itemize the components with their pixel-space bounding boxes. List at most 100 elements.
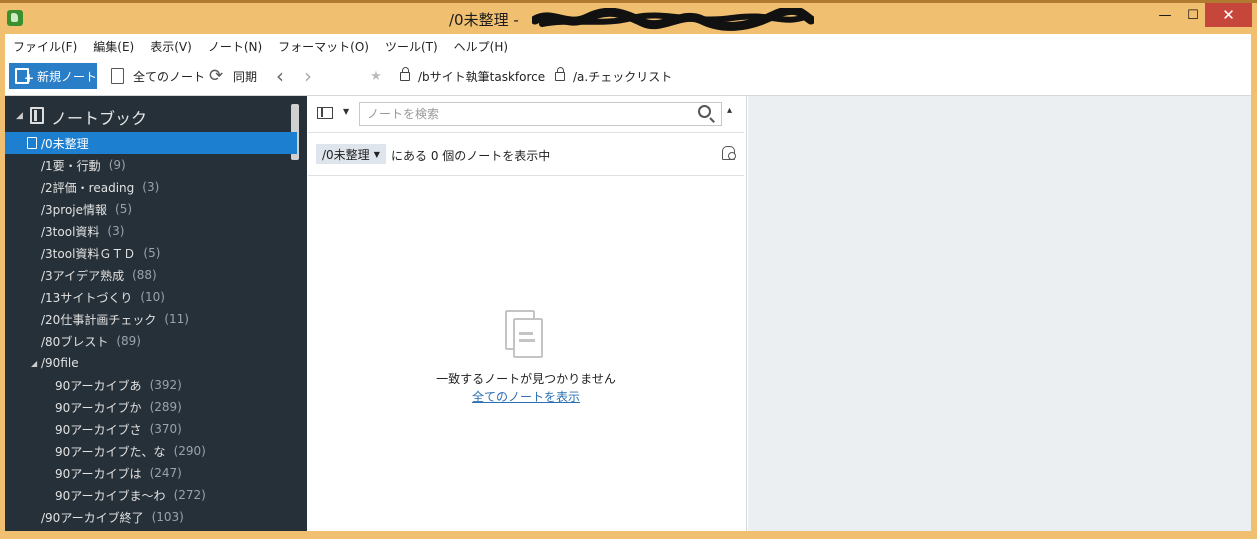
menu-bar: ファイル(F) 編集(E) 表示(V) ノート(N) フォーマット(O) ツール(T) ヘル… xyxy=(5,34,1251,58)
note-list-panel: ▼ ▴ /0未整理 ▼ にある 0 個のノートを表示中 一致するノートが見つかり… xyxy=(308,96,747,531)
page-line xyxy=(519,332,533,335)
notebook-name: /80ブレスト xyxy=(41,334,109,349)
lock-icon xyxy=(555,67,565,81)
sync-button[interactable]: ⟳ 同期 xyxy=(207,63,257,89)
notebook-count: (103) xyxy=(151,510,184,524)
notebook-count: (3) xyxy=(107,224,125,238)
notebook-name: 90アーカイブた、な xyxy=(55,444,166,459)
notebook-name: /90アーカイブ終了 xyxy=(41,510,144,525)
notebook-item[interactable]: /90アーカイブ終了 (103) xyxy=(5,506,297,528)
notebook-item[interactable]: 90アーカイブか (289) xyxy=(5,396,297,418)
new-note-icon xyxy=(15,68,34,84)
minimize-button[interactable]: — xyxy=(1152,3,1178,27)
notebook-name: 90アーカイブか xyxy=(55,400,142,415)
collapse-triangle-icon[interactable]: ◢ xyxy=(16,111,23,121)
notebook-item[interactable]: /13サイトづくり (10) xyxy=(5,286,297,308)
all-notes-button[interactable]: 全てのノート xyxy=(109,63,205,89)
shortcut-label: /bサイト執筆taskforce xyxy=(418,69,546,84)
notebook-count: (88) xyxy=(132,268,157,282)
notebook-name: /3アイデア熟成 xyxy=(41,268,125,283)
notebook-item[interactable]: /1要・行動 (9) xyxy=(5,154,297,176)
shortcut-checklist[interactable]: /a.チェックリスト xyxy=(553,63,672,89)
title-bar: /0未整理 - — ☐ ✕ xyxy=(0,0,1257,34)
notebook-item[interactable]: /3tool資料ＧＴＤ (5) xyxy=(5,242,297,264)
sync-label: 同期 xyxy=(233,69,258,84)
notebooks-header[interactable]: ◢ ノートブック xyxy=(5,104,295,128)
notebook-item[interactable]: /3proje情報 (5) xyxy=(5,198,297,220)
notebook-name: /3proje情報 xyxy=(41,202,108,217)
find-in-notebook-icon[interactable] xyxy=(722,146,736,160)
notes-icon xyxy=(111,68,124,84)
note-editor-area[interactable] xyxy=(748,96,1251,531)
close-button[interactable]: ✕ xyxy=(1205,3,1252,27)
notebook-name: /3tool資料ＧＴＤ xyxy=(41,246,136,261)
notebook-item[interactable]: /3アイデア熟成 (88) xyxy=(5,264,297,286)
lock-icon xyxy=(400,67,410,81)
notebook-item[interactable]: 90アーカイブは (247) xyxy=(5,462,297,484)
search-icon[interactable] xyxy=(698,105,711,118)
divider xyxy=(308,175,744,176)
notebook-stack[interactable]: ◢ /90file xyxy=(5,352,297,374)
new-note-button[interactable]: 新規ノート xyxy=(9,63,97,89)
shortcut-label: /a.チェックリスト xyxy=(573,69,673,84)
notebook-item-selected[interactable]: /0未整理 xyxy=(5,132,297,154)
show-all-notes-link[interactable]: 全てのノートを表示 xyxy=(308,388,744,405)
notebook-item[interactable]: 90アーカイブた、な (290) xyxy=(5,440,297,462)
notebook-count: (370) xyxy=(149,422,182,436)
page-line xyxy=(519,339,535,342)
notebook-name: /2評価・reading xyxy=(41,180,135,195)
all-notes-label: 全てのノート xyxy=(133,69,206,84)
view-options-button[interactable] xyxy=(317,105,339,121)
menu-item[interactable]: ノート(N) xyxy=(200,38,270,55)
menu-item[interactable]: 表示(V) xyxy=(142,38,200,55)
notebook-item[interactable]: /80ブレスト (89) xyxy=(5,330,297,352)
evernote-window: /0未整理 - — ☐ ✕ ファイル(F) 編集(E) 表示(V) ノート(N) フォー… xyxy=(0,0,1257,539)
sidebar: ◢ ノートブック /0未整理/1要・行動 (9)/2評価・reading (3)/3… xyxy=(5,96,307,531)
notebook-item[interactable]: 90アーカイブさ (370) xyxy=(5,418,297,440)
notebook-item[interactable]: 90アーカイブま～わ (272) xyxy=(5,484,297,506)
notebook-count: (272) xyxy=(173,488,206,502)
menu-item[interactable]: フォーマット(O) xyxy=(270,38,377,55)
evernote-app-icon[interactable] xyxy=(7,10,23,26)
notebook-filter-dropdown[interactable]: /0未整理 ▼ xyxy=(316,144,386,164)
notebook-item[interactable]: /20仕事計画チェック (11) xyxy=(5,308,297,330)
page-front-shape xyxy=(513,318,543,358)
notebook-item[interactable]: /2評価・reading (3) xyxy=(5,176,297,198)
notebook-name: /0未整理 xyxy=(41,136,89,151)
chevron-down-icon[interactable]: ▼ xyxy=(343,107,349,116)
expand-triangle-icon[interactable]: ◢ xyxy=(31,359,37,368)
maximize-button[interactable]: ☐ xyxy=(1180,3,1206,27)
menu-item[interactable]: ヘルプ(H) xyxy=(446,38,516,55)
back-button[interactable]: ‹ xyxy=(271,63,289,89)
collapse-search-button[interactable]: ▴ xyxy=(727,105,732,116)
menu-item[interactable]: 編集(E) xyxy=(85,38,142,55)
search-input[interactable] xyxy=(359,102,722,126)
notebook-count: (3) xyxy=(142,180,160,194)
notebook-item[interactable]: 90アーカイブあ (392) xyxy=(5,374,297,396)
new-note-label: 新規ノート xyxy=(37,69,98,84)
notebook-name: /13サイトづくり xyxy=(41,290,133,305)
notebooks-header-label: ノートブック xyxy=(51,109,148,128)
menu-item[interactable]: ファイル(F) xyxy=(5,38,85,55)
empty-notes-icon xyxy=(505,310,543,358)
notebook-count: (289) xyxy=(149,400,182,414)
notebook-count: (5) xyxy=(115,202,133,216)
notebook-item[interactable]: /3tool資料 (3) xyxy=(5,220,297,242)
sync-icon: ⟳ xyxy=(209,66,224,86)
redacted-scribble xyxy=(532,8,814,31)
notebook-filter-label: /0未整理 xyxy=(322,147,370,162)
client-area: ファイル(F) 編集(E) 表示(V) ノート(N) フォーマット(O) ツール(T) ヘル… xyxy=(5,34,1251,531)
note-count-text: にある 0 個のノートを表示中 xyxy=(391,149,551,163)
notebook-name: 90アーカイブあ xyxy=(55,378,142,393)
forward-button[interactable]: › xyxy=(299,63,317,89)
notebook-count: (89) xyxy=(116,334,141,348)
toolbar: 新規ノート 全てのノート ⟳ 同期 ‹ › ★ /bサイト執筆taskforce… xyxy=(5,59,1251,96)
chevron-down-icon: ▼ xyxy=(373,149,380,159)
menu-item[interactable]: ツール(T) xyxy=(377,38,446,55)
notebook-count: (247) xyxy=(149,466,182,480)
shortcut-taskforce[interactable]: /bサイト執筆taskforce xyxy=(398,63,545,89)
notebook-name: 90アーカイブは xyxy=(55,466,142,481)
taskbar-strip xyxy=(0,0,1257,3)
notebook-name: /20仕事計画チェック xyxy=(41,312,157,327)
star-icon[interactable]: ★ xyxy=(368,63,384,89)
